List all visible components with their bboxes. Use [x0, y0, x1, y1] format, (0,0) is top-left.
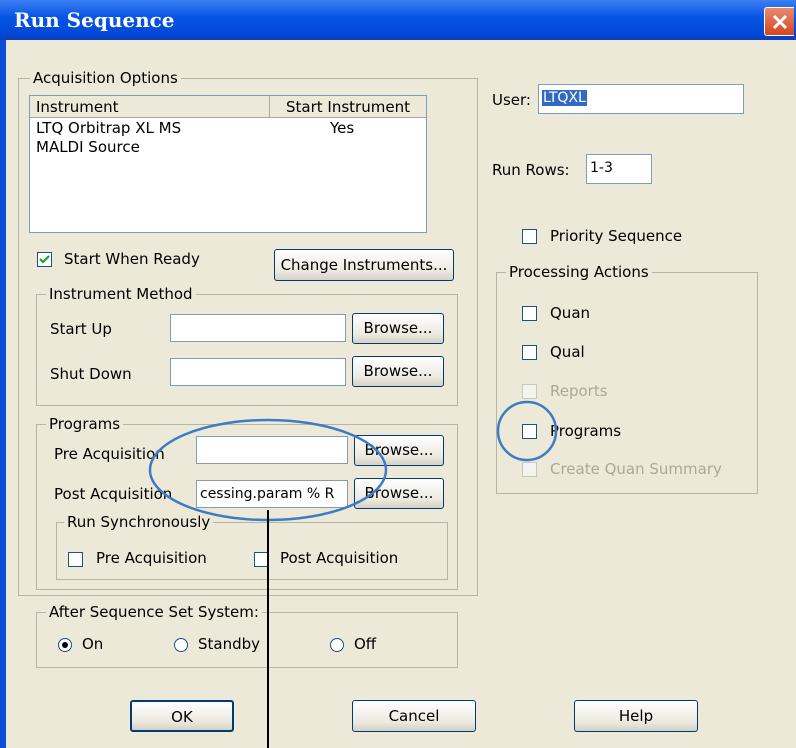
- shut-down-label: Shut Down: [50, 365, 132, 383]
- list-item[interactable]: LTQ Orbitrap XL MS: [36, 118, 181, 138]
- programs-legend: Programs: [46, 415, 124, 433]
- create-quan-summary-checkbox[interactable]: [522, 462, 537, 477]
- pre-acquisition-label: Pre Acquisition: [54, 445, 165, 463]
- radio-selected-dot: [62, 642, 68, 648]
- radio-on[interactable]: [58, 638, 72, 652]
- processing-actions-legend: Processing Actions: [506, 263, 652, 281]
- reports-checkbox[interactable]: [522, 384, 537, 399]
- create-quan-summary-label: Create Quan Summary: [550, 460, 722, 478]
- run-rows-field[interactable]: 1-3: [586, 154, 652, 184]
- radio-standby-label: Standby: [198, 635, 261, 653]
- pre-acquisition-field[interactable]: [196, 436, 348, 464]
- radio-off-label: Off: [354, 635, 377, 653]
- user-value: LTQXL: [542, 90, 587, 106]
- column-header-instrument[interactable]: Instrument: [30, 96, 270, 118]
- help-button[interactable]: Help: [574, 700, 698, 732]
- close-icon: [772, 14, 788, 30]
- dialog-body: Acquisition Options Instrument Start Ins…: [6, 40, 796, 748]
- close-button[interactable]: [764, 7, 794, 36]
- list-item-start-value: Yes: [330, 119, 355, 137]
- change-instruments-button[interactable]: Change Instruments...: [274, 249, 454, 281]
- run-sync-post-checkbox[interactable]: [254, 552, 269, 567]
- checkmark-icon: [39, 255, 50, 264]
- radio-standby[interactable]: [174, 638, 188, 652]
- quan-label: Quan: [550, 304, 591, 322]
- post-acquisition-field[interactable]: cessing.param % R: [196, 480, 348, 508]
- programs-checkbox[interactable]: [522, 424, 537, 439]
- priority-sequence-label: Priority Sequence: [550, 227, 683, 245]
- start-when-ready-label: Start When Ready: [64, 250, 200, 268]
- list-item[interactable]: MALDI Source: [36, 137, 140, 157]
- qual-checkbox[interactable]: [522, 345, 537, 360]
- run-sync-post-label: Post Acquisition: [280, 549, 399, 567]
- shut-down-field[interactable]: [170, 358, 346, 386]
- post-acquisition-label: Post Acquisition: [54, 485, 173, 503]
- start-up-field[interactable]: [170, 314, 346, 342]
- run-synchronously-legend: Run Synchronously: [64, 513, 214, 531]
- run-rows-label: Run Rows:: [492, 161, 570, 179]
- shut-down-browse-button[interactable]: Browse...: [352, 356, 444, 387]
- start-up-browse-button[interactable]: Browse...: [352, 313, 444, 344]
- qual-label: Qual: [550, 343, 585, 361]
- start-up-label: Start Up: [50, 320, 112, 338]
- acquisition-options-legend: Acquisition Options: [30, 69, 181, 87]
- radio-off[interactable]: [330, 638, 344, 652]
- start-when-ready-checkbox[interactable]: [37, 252, 52, 267]
- after-sequence-legend: After Sequence Set System:: [46, 603, 262, 621]
- window-title: Run Sequence: [14, 8, 175, 32]
- programs-label: Programs: [550, 422, 622, 440]
- reports-label: Reports: [550, 382, 608, 400]
- user-label: User:: [492, 91, 531, 109]
- radio-on-label: On: [82, 635, 104, 653]
- pre-acquisition-browse-button[interactable]: Browse...: [354, 435, 444, 466]
- instrument-method-legend: Instrument Method: [46, 285, 196, 303]
- ok-button[interactable]: OK: [130, 700, 234, 732]
- priority-sequence-checkbox[interactable]: [522, 229, 537, 244]
- column-header-start-instrument[interactable]: Start Instrument: [270, 96, 426, 118]
- run-sync-pre-label: Pre Acquisition: [96, 549, 207, 567]
- instrument-method-group: [36, 294, 458, 406]
- run-sync-pre-checkbox[interactable]: [68, 552, 83, 567]
- quan-checkbox[interactable]: [522, 306, 537, 321]
- user-field[interactable]: LTQXL: [538, 84, 744, 114]
- instrument-list[interactable]: Instrument Start Instrument LTQ Orbitrap…: [29, 95, 427, 233]
- cancel-button[interactable]: Cancel: [352, 700, 476, 732]
- post-acquisition-browse-button[interactable]: Browse...: [354, 478, 444, 509]
